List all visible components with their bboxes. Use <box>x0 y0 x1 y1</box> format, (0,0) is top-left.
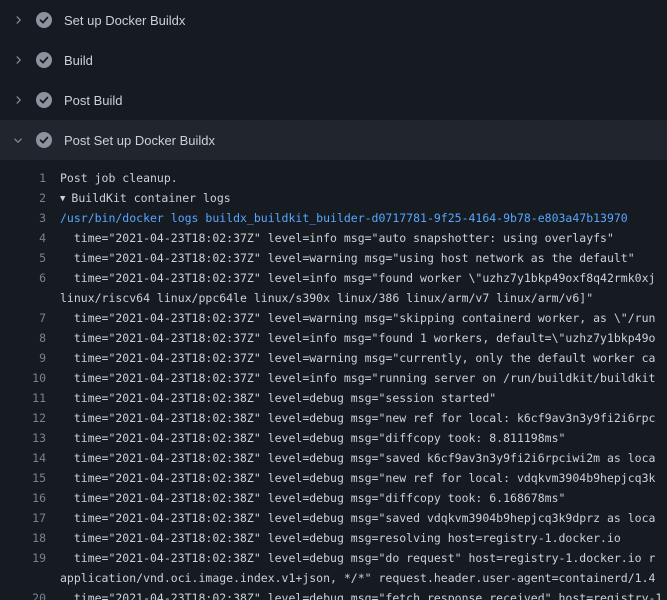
log-line-number[interactable]: 16 <box>0 488 46 508</box>
step-title: Set up Docker Buildx <box>64 13 185 28</box>
log-line-number[interactable]: 20 <box>0 588 46 600</box>
log-line-number[interactable]: 12 <box>0 408 46 428</box>
chevron-right-icon <box>10 52 26 68</box>
log-line-text: time="2021-04-23T18:02:37Z" level=warnin… <box>46 348 655 368</box>
log-line-number[interactable]: 8 <box>0 328 46 348</box>
log-line: 12 time="2021-04-23T18:02:38Z" level=deb… <box>0 408 667 428</box>
log-line: 7 time="2021-04-23T18:02:37Z" level=warn… <box>0 308 667 328</box>
log-group-title: BuildKit container logs <box>71 191 230 205</box>
log-line-number[interactable]: 11 <box>0 388 46 408</box>
log-line-text: time="2021-04-23T18:02:38Z" level=debug … <box>46 428 565 448</box>
step-title: Build <box>64 53 93 68</box>
log-line: 17 time="2021-04-23T18:02:38Z" level=deb… <box>0 508 667 528</box>
log-line: application/vnd.oci.image.index.v1+json,… <box>0 568 667 588</box>
log-line-text: time="2021-04-23T18:02:38Z" level=debug … <box>46 448 655 468</box>
chevron-right-icon <box>10 12 26 28</box>
log-line-number[interactable] <box>0 288 46 308</box>
log-line-number[interactable]: 9 <box>0 348 46 368</box>
log-line-number[interactable]: 10 <box>0 368 46 388</box>
log-line-text: time="2021-04-23T18:02:38Z" level=debug … <box>46 528 621 548</box>
check-circle-icon <box>36 12 52 28</box>
step-header-set-up-docker-buildx[interactable]: Set up Docker Buildx <box>0 0 667 40</box>
group-toggle-triangle-down-icon[interactable]: ▼ <box>60 189 65 209</box>
check-circle-icon <box>36 92 52 108</box>
log-line-number[interactable]: 1 <box>0 168 46 188</box>
step-header-post-build[interactable]: Post Build <box>0 80 667 120</box>
chevron-right-icon <box>10 92 26 108</box>
log-line: 5 time="2021-04-23T18:02:37Z" level=warn… <box>0 248 667 268</box>
log-line-text: time="2021-04-23T18:02:37Z" level=info m… <box>46 328 655 348</box>
log-line-text: time="2021-04-23T18:02:38Z" level=debug … <box>46 548 655 568</box>
check-circle-icon <box>36 52 52 68</box>
log-line: 18 time="2021-04-23T18:02:38Z" level=deb… <box>0 528 667 548</box>
log-line: 9 time="2021-04-23T18:02:37Z" level=warn… <box>0 348 667 368</box>
log-line-number[interactable] <box>0 568 46 588</box>
log-line: 8 time="2021-04-23T18:02:37Z" level=info… <box>0 328 667 348</box>
log-line-number[interactable]: 17 <box>0 508 46 528</box>
log-line: 1 Post job cleanup. <box>0 168 667 188</box>
log-line-text: /usr/bin/docker logs buildx_buildkit_bui… <box>46 208 628 228</box>
log-line: 3 /usr/bin/docker logs buildx_buildkit_b… <box>0 208 667 228</box>
log-line-text: time="2021-04-23T18:02:38Z" level=debug … <box>46 588 662 600</box>
log-line-text: time="2021-04-23T18:02:38Z" level=debug … <box>46 488 565 508</box>
log-line-text: time="2021-04-23T18:02:37Z" level=info m… <box>46 268 655 288</box>
log-line: 4 time="2021-04-23T18:02:37Z" level=info… <box>0 228 667 248</box>
log-line: 10 time="2021-04-23T18:02:37Z" level=inf… <box>0 368 667 388</box>
log-line-text: time="2021-04-23T18:02:38Z" level=debug … <box>46 388 496 408</box>
log-line-text: time="2021-04-23T18:02:38Z" level=debug … <box>46 408 655 428</box>
log-line-number[interactable]: 2 <box>0 188 46 208</box>
log-line-number[interactable]: 6 <box>0 268 46 288</box>
log-line-text: application/vnd.oci.image.index.v1+json,… <box>46 568 655 588</box>
step-list: Set up Docker Buildx Build P <box>0 0 667 160</box>
step-title: Post Build <box>64 93 123 108</box>
log-line-number[interactable]: 5 <box>0 248 46 268</box>
log-line-number[interactable]: 13 <box>0 428 46 448</box>
log-line-number[interactable]: 18 <box>0 528 46 548</box>
log-line: 2 ▼ BuildKit container logs <box>0 188 667 208</box>
log-line: linux/riscv64 linux/ppc64le linux/s390x … <box>0 288 667 308</box>
log-line-text: time="2021-04-23T18:02:37Z" level=info m… <box>46 368 655 388</box>
log-line-number[interactable]: 14 <box>0 448 46 468</box>
log-line: 14 time="2021-04-23T18:02:38Z" level=deb… <box>0 448 667 468</box>
log-line: 15 time="2021-04-23T18:02:38Z" level=deb… <box>0 468 667 488</box>
log-line-number[interactable]: 4 <box>0 228 46 248</box>
chevron-down-icon <box>10 132 26 148</box>
job-log-viewer: Set up Docker Buildx Build P <box>0 0 667 600</box>
log-line-text: linux/riscv64 linux/ppc64le linux/s390x … <box>46 288 593 308</box>
log-line-text: time="2021-04-23T18:02:37Z" level=info m… <box>46 228 614 248</box>
log-line: 6 time="2021-04-23T18:02:37Z" level=info… <box>0 268 667 288</box>
log-line-number[interactable]: 7 <box>0 308 46 328</box>
log-line: 11 time="2021-04-23T18:02:38Z" level=deb… <box>0 388 667 408</box>
log-line-text: Post job cleanup. <box>46 168 178 188</box>
log-line: 16 time="2021-04-23T18:02:38Z" level=deb… <box>0 488 667 508</box>
log-line-number[interactable]: 19 <box>0 548 46 568</box>
log-line-number[interactable]: 3 <box>0 208 46 228</box>
log-line-text: time="2021-04-23T18:02:38Z" level=debug … <box>46 468 655 488</box>
log-line: 19 time="2021-04-23T18:02:38Z" level=deb… <box>0 548 667 568</box>
step-header-build[interactable]: Build <box>0 40 667 80</box>
check-circle-icon <box>36 132 52 148</box>
log-line-text: ▼ BuildKit container logs <box>46 188 231 208</box>
log-line-text: time="2021-04-23T18:02:37Z" level=warnin… <box>46 308 655 328</box>
log-pane: 1 Post job cleanup. 2 ▼ BuildKit containe… <box>0 160 667 600</box>
log-line-text: time="2021-04-23T18:02:37Z" level=warnin… <box>46 248 635 268</box>
log-line-number[interactable]: 15 <box>0 468 46 488</box>
log-line: 20 time="2021-04-23T18:02:38Z" level=deb… <box>0 588 667 600</box>
log-line-text: time="2021-04-23T18:02:38Z" level=debug … <box>46 508 655 528</box>
step-title: Post Set up Docker Buildx <box>64 133 215 148</box>
step-header-post-set-up-docker-buildx[interactable]: Post Set up Docker Buildx <box>0 120 667 160</box>
log-line: 13 time="2021-04-23T18:02:38Z" level=deb… <box>0 428 667 448</box>
